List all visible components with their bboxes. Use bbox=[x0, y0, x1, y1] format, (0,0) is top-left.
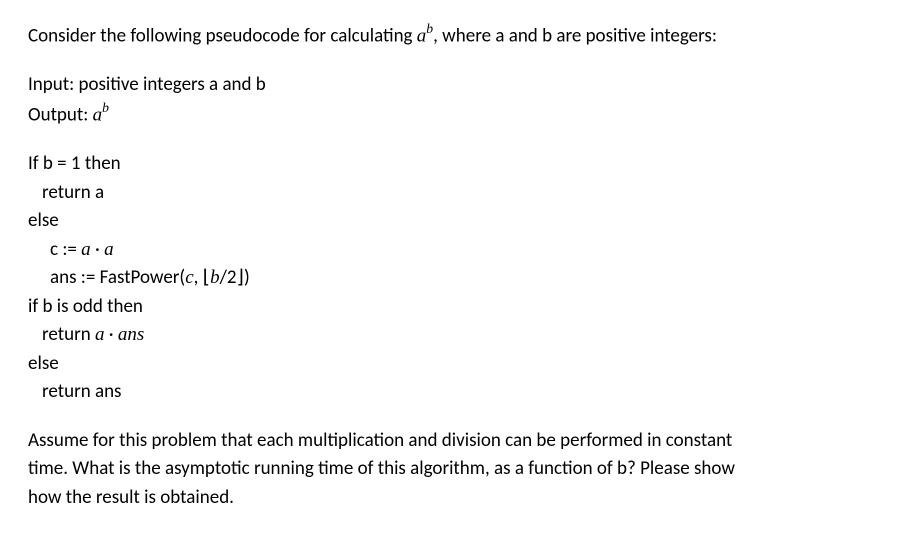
c-assign-a1: a bbox=[81, 239, 91, 260]
output-line: Output: ab bbox=[28, 99, 891, 130]
output-label: Output: bbox=[28, 104, 93, 127]
ans-assign-pre: ans := FastPower( bbox=[50, 266, 185, 289]
question-paragraph: Assume for this problem that each multip… bbox=[28, 427, 891, 513]
code-line-1: If b = 1 then bbox=[28, 150, 891, 179]
ans-assign-c: c bbox=[185, 267, 193, 288]
intro-exp-b: b bbox=[426, 21, 433, 36]
code-line-2: return a bbox=[28, 179, 891, 208]
code-line-4: c := a · a bbox=[28, 236, 891, 265]
code-line-3: else bbox=[28, 207, 891, 236]
question-line-3: how the result is obtained. bbox=[28, 484, 891, 513]
intro-text-2: , where a and b are positive integers: bbox=[433, 24, 717, 47]
input-line: Input: positive integers a and b bbox=[28, 71, 891, 100]
intro-paragraph: Consider the following pseudocode for ca… bbox=[28, 20, 891, 51]
c-assign-pre: c := bbox=[50, 238, 81, 261]
io-block: Input: positive integers a and b Output:… bbox=[28, 71, 891, 130]
ans-assign-b: b bbox=[210, 267, 220, 288]
return-a-ans-pre: return bbox=[42, 323, 95, 346]
question-line-1: Assume for this problem that each multip… bbox=[28, 427, 891, 456]
code-line-7: return a · ans bbox=[28, 321, 891, 350]
code-line-9: return ans bbox=[28, 378, 891, 407]
output-exp-b: b bbox=[102, 100, 109, 115]
output-var-a: a bbox=[93, 105, 103, 126]
c-assign-dot: · bbox=[91, 238, 104, 261]
code-line-5: ans := FastPower(c, ⌊b/2⌋) bbox=[28, 264, 891, 293]
intro-var-a: a bbox=[417, 25, 427, 46]
ans-assign-mid: , ⌊ bbox=[194, 266, 210, 289]
return-var-ans: ans bbox=[118, 324, 144, 345]
ans-assign-end: /2⌋) bbox=[220, 266, 250, 289]
code-line-8: else bbox=[28, 350, 891, 379]
return-dot: · bbox=[104, 323, 117, 346]
code-line-6: if b is odd then bbox=[28, 293, 891, 322]
pseudocode-block: If b = 1 then return a else c := a · a a… bbox=[28, 150, 891, 407]
question-line-2: time. What is the asymptotic running tim… bbox=[28, 455, 891, 484]
intro-text-1: Consider the following pseudocode for ca… bbox=[28, 24, 417, 47]
c-assign-a2: a bbox=[104, 239, 114, 260]
